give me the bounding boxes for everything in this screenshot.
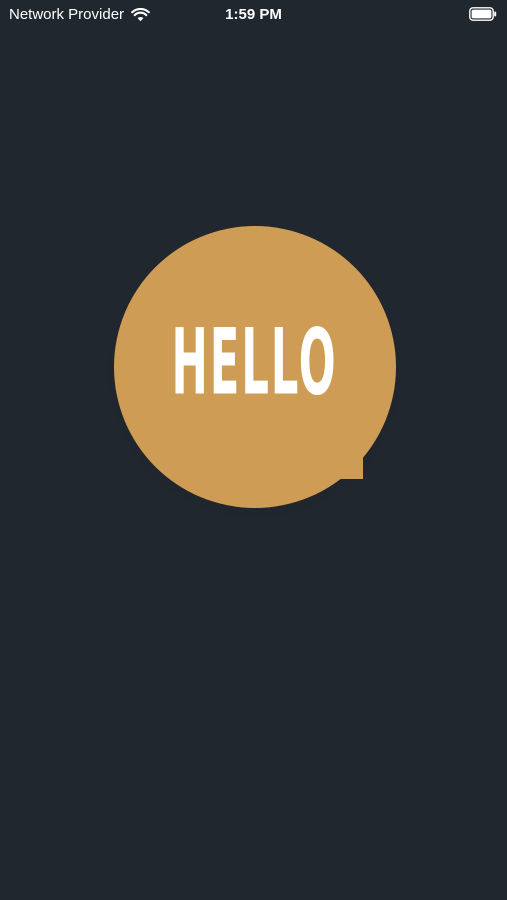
status-bar: Network Provider 1:59 PM [0, 0, 507, 28]
hello-text: HELLO [171, 309, 338, 416]
battery-icon [469, 7, 497, 21]
status-time: 1:59 PM [225, 6, 282, 23]
hello-logo: HELLO [103, 216, 406, 519]
splash-screen: Network Provider 1:59 PM HELLO [0, 0, 507, 900]
bubble-tail [327, 447, 363, 479]
